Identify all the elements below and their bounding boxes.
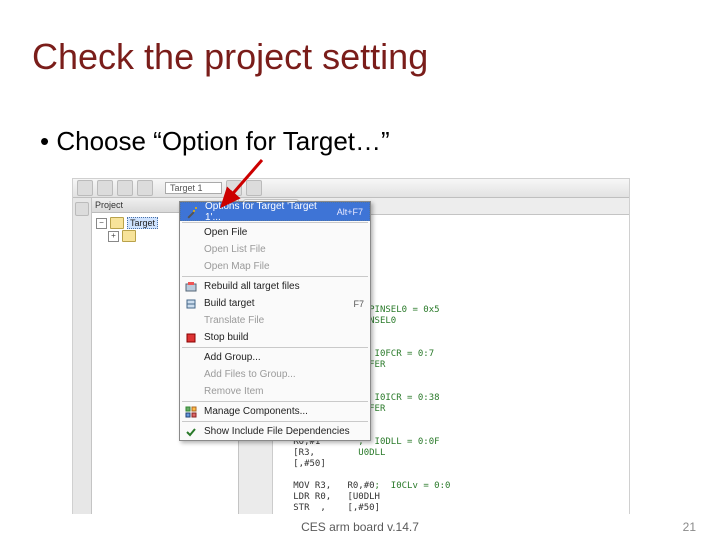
- menu-item-label: Build target: [204, 298, 347, 309]
- side-gutter: [73, 198, 92, 514]
- menu-item[interactable]: Open File: [180, 224, 370, 241]
- menu-separator: [182, 421, 368, 422]
- blank-icon: [184, 243, 198, 257]
- menu-item[interactable]: Show Include File Dependencies: [180, 423, 370, 440]
- menu-item: Open Map File: [180, 258, 370, 275]
- blank-icon: [184, 385, 198, 399]
- blank-icon: [184, 226, 198, 240]
- toolbar-icon[interactable]: [97, 180, 113, 196]
- menu-item-label: Open Map File: [204, 261, 364, 272]
- blank-icon: [184, 314, 198, 328]
- blank-icon: [184, 368, 198, 382]
- slide-footer: CES arm board v.14.7: [0, 520, 720, 534]
- menu-separator: [182, 276, 368, 277]
- tree-toggle-icon[interactable]: −: [96, 218, 107, 229]
- menu-item-label: Remove Item: [204, 386, 364, 397]
- menu-item[interactable]: Manage Components...: [180, 403, 370, 420]
- menu-item[interactable]: Build target F7: [180, 295, 370, 312]
- menu-item[interactable]: Stop build: [180, 329, 370, 346]
- menu-item: Add Files to Group...: [180, 366, 370, 383]
- context-menu[interactable]: Options for Target 'Target 1'...Alt+F7 Op…: [179, 201, 371, 441]
- menu-item: Open List File: [180, 241, 370, 258]
- project-panel-title: Project: [95, 200, 123, 210]
- menu-item: Translate File: [180, 312, 370, 329]
- components-icon: [184, 405, 198, 419]
- toolbar-icon[interactable]: [77, 180, 93, 196]
- menu-item-label: Add Group...: [204, 352, 364, 363]
- slide-bullet-text: Choose “Option for Target…”: [56, 126, 389, 156]
- menu-item-label: Show Include File Dependencies: [204, 426, 364, 437]
- folder-icon: [122, 230, 136, 242]
- menu-separator: [182, 347, 368, 348]
- slide-page-number: 21: [683, 520, 696, 534]
- stop-icon: [184, 331, 198, 345]
- menu-item-label: Rebuild all target files: [204, 281, 364, 292]
- menu-item-label: Manage Components...: [204, 406, 364, 417]
- menu-item: Remove Item: [180, 383, 370, 400]
- check-icon: [184, 425, 198, 439]
- menu-item-shortcut: Alt+F7: [337, 207, 363, 217]
- menu-item[interactable]: Options for Target 'Target 1'...Alt+F7: [180, 202, 370, 221]
- folder-icon: [110, 217, 124, 229]
- menu-item-label: Open File: [204, 227, 364, 238]
- tree-root-label[interactable]: Target: [127, 217, 158, 229]
- menu-separator: [182, 401, 368, 402]
- blank-icon: [184, 260, 198, 274]
- menu-item-label: Add Files to Group...: [204, 369, 364, 380]
- ide-toolbar: Target 1: [73, 179, 629, 198]
- pointer-arrow: [214, 158, 274, 218]
- rebuild-icon: [184, 280, 198, 294]
- tree-toggle-icon[interactable]: +: [108, 231, 119, 242]
- gutter-icon[interactable]: [75, 202, 89, 216]
- menu-item-shortcut: F7: [353, 299, 364, 309]
- menu-item-label: Open List File: [204, 244, 364, 255]
- menu-item-label: Stop build: [204, 332, 364, 343]
- toolbar-icon[interactable]: [137, 180, 153, 196]
- ide-screenshot: Target 1 Project ▾ ⬓ ✕ − Target +: [72, 178, 630, 514]
- menu-item[interactable]: Add Group...: [180, 349, 370, 366]
- blank-icon: [184, 351, 198, 365]
- build-icon: [184, 297, 198, 311]
- wand-icon: [185, 205, 199, 219]
- menu-item-label: Translate File: [204, 315, 364, 326]
- slide-title: Check the project setting: [32, 36, 428, 78]
- slide-bullet: • Choose “Option for Target…”: [40, 126, 390, 157]
- toolbar-icon[interactable]: [117, 180, 133, 196]
- menu-item[interactable]: Rebuild all target files: [180, 278, 370, 295]
